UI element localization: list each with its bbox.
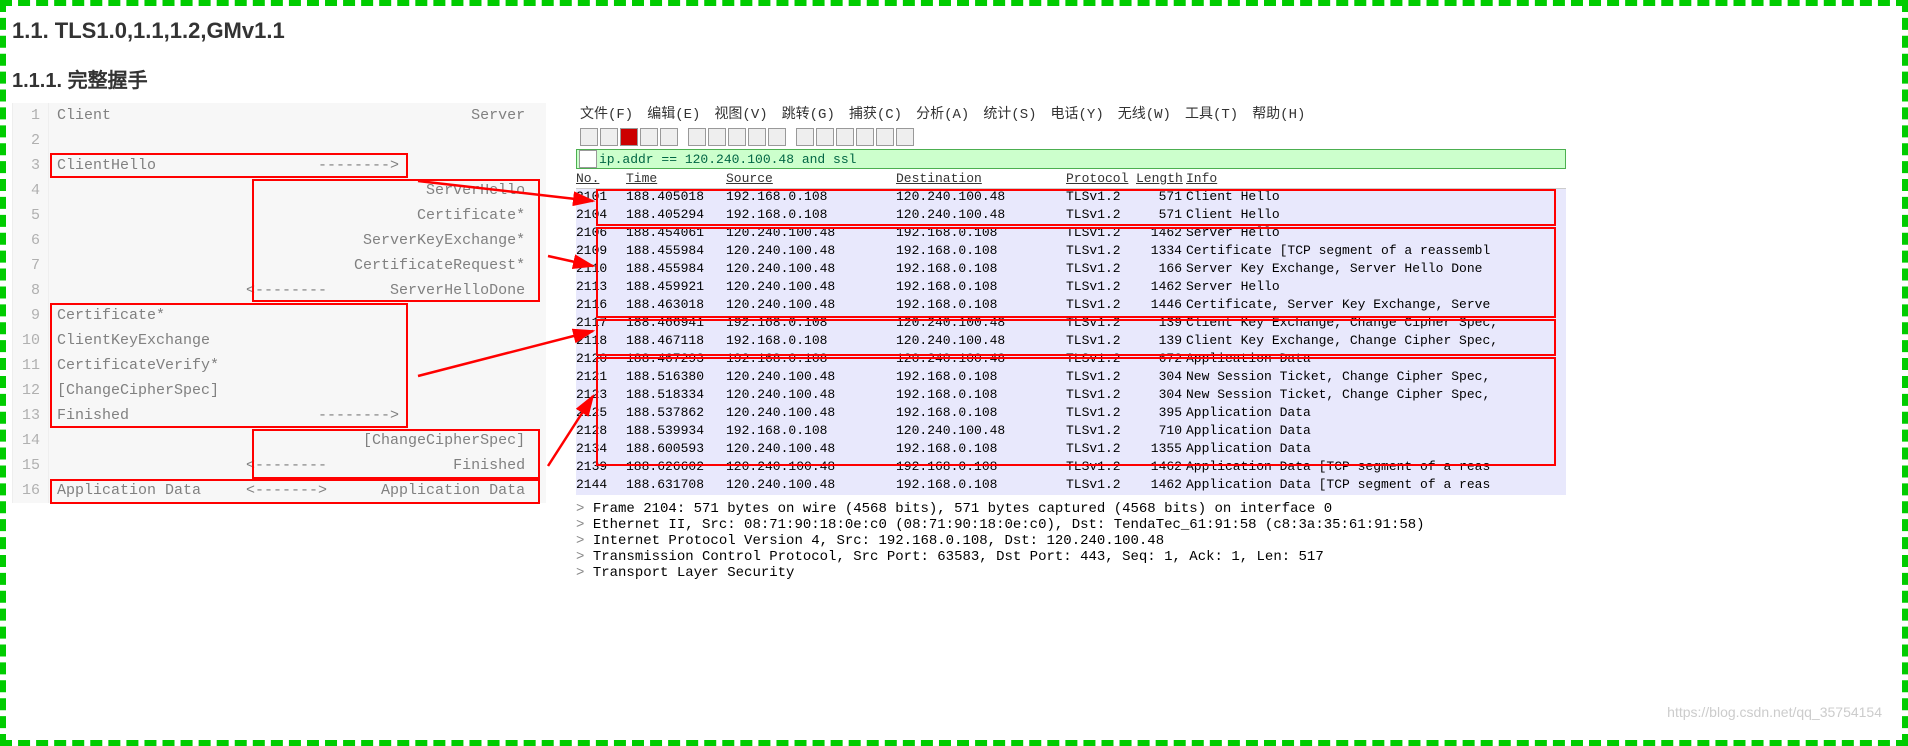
zoom-out-icon[interactable] <box>856 128 874 146</box>
menu-help[interactable]: 帮助(H) <box>1252 103 1305 125</box>
packet-table: No. Time Source Destination Protocol Len… <box>576 171 1566 495</box>
filter-icon <box>579 150 597 168</box>
packet-row[interactable]: 2118188.467118192.168.0.108120.240.100.4… <box>576 333 1566 351</box>
menu-file[interactable]: 文件(F) <box>580 103 633 125</box>
packet-row[interactable]: 2121188.516380120.240.100.48192.168.0.10… <box>576 369 1566 387</box>
code-line: 11CertificateVerify* <box>13 353 546 378</box>
main-heading: 1.1. TLS1.0,1.1,1.2,GMv1.1 <box>6 6 1902 44</box>
toolbar-icon[interactable] <box>816 128 834 146</box>
menu-telephony[interactable]: 电话(Y) <box>1051 103 1104 125</box>
packet-row[interactable]: 2144188.631708120.240.100.48192.168.0.10… <box>576 477 1566 495</box>
detail-ethernet[interactable]: Ethernet II, Src: 08:71:90:18:0e:c0 (08:… <box>576 517 1566 533</box>
zoom-in-icon[interactable] <box>836 128 854 146</box>
packet-row[interactable]: 2101188.405018192.168.0.108120.240.100.4… <box>576 189 1566 207</box>
detail-ip[interactable]: Internet Protocol Version 4, Src: 192.16… <box>576 533 1566 549</box>
code-line: 13Finished --------> <box>13 403 546 428</box>
toolbar-icon[interactable] <box>896 128 914 146</box>
menu-edit[interactable]: 编辑(E) <box>647 103 700 125</box>
packet-row[interactable]: 2117188.466941192.168.0.108120.240.100.4… <box>576 315 1566 333</box>
code-line: 4 ServerHello <box>13 178 546 203</box>
col-protocol[interactable]: Protocol <box>1066 171 1136 188</box>
col-length[interactable]: Length <box>1136 171 1186 188</box>
toolbar-icon[interactable] <box>728 128 746 146</box>
search-icon[interactable] <box>688 128 706 146</box>
col-no[interactable]: No. <box>576 171 626 188</box>
code-line: 7 CertificateRequest* <box>13 253 546 278</box>
code-line: 5 Certificate* <box>13 203 546 228</box>
code-line: 3ClientHello --------> <box>13 153 546 178</box>
packet-row[interactable]: 2106188.454061120.240.100.48192.168.0.10… <box>576 225 1566 243</box>
code-line: 14 [ChangeCipherSpec] <box>13 428 546 453</box>
code-line: 2 <box>13 128 546 153</box>
packet-row[interactable]: 2109188.455984120.240.100.48192.168.0.10… <box>576 243 1566 261</box>
detail-tls[interactable]: Transport Layer Security <box>576 565 1566 581</box>
toolbar-icon[interactable] <box>708 128 726 146</box>
packet-details: Frame 2104: 571 bytes on wire (4568 bits… <box>576 501 1566 581</box>
code-line: 1Client Server <box>13 103 546 128</box>
menu-capture[interactable]: 捕获(C) <box>849 103 902 125</box>
code-line: 10ClientKeyExchange <box>13 328 546 353</box>
code-line: 6 ServerKeyExchange* <box>13 228 546 253</box>
detail-tcp[interactable]: Transmission Control Protocol, Src Port:… <box>576 549 1566 565</box>
code-line: 15 <-------- Finished <box>13 453 546 478</box>
packet-row[interactable]: 2123188.518334120.240.100.48192.168.0.10… <box>576 387 1566 405</box>
toolbar-icon[interactable] <box>640 128 658 146</box>
menu-view[interactable]: 视图(V) <box>714 103 767 125</box>
filter-bar[interactable]: ip.addr == 120.240.100.48 and ssl <box>576 149 1566 169</box>
toolbar-icon[interactable] <box>660 128 678 146</box>
packet-row[interactable]: 2134188.600593120.240.100.48192.168.0.10… <box>576 441 1566 459</box>
col-source[interactable]: Source <box>726 171 896 188</box>
watermark: https://blog.csdn.net/qq_35754154 <box>1667 704 1882 720</box>
packet-row[interactable]: 2128188.539934192.168.0.108120.240.100.4… <box>576 423 1566 441</box>
toolbar-icon[interactable] <box>796 128 814 146</box>
stop-icon[interactable] <box>620 128 638 146</box>
code-line: 9Certificate* <box>13 303 546 328</box>
sub-heading: 1.1.1. 完整握手 <box>6 44 1902 93</box>
menu-wireless[interactable]: 无线(W) <box>1118 103 1171 125</box>
packet-row[interactable]: 2125188.537862120.240.100.48192.168.0.10… <box>576 405 1566 423</box>
packet-row[interactable]: 2116188.463018120.240.100.48192.168.0.10… <box>576 297 1566 315</box>
col-destination[interactable]: Destination <box>896 171 1066 188</box>
col-info[interactable]: Info <box>1186 171 1566 188</box>
packet-row[interactable]: 2113188.459921120.240.100.48192.168.0.10… <box>576 279 1566 297</box>
menu-analyze[interactable]: 分析(A) <box>916 103 969 125</box>
detail-frame[interactable]: Frame 2104: 571 bytes on wire (4568 bits… <box>576 501 1566 517</box>
code-line: 12[ChangeCipherSpec] <box>13 378 546 403</box>
menu-tools[interactable]: 工具(T) <box>1185 103 1238 125</box>
filter-text: ip.addr == 120.240.100.48 and ssl <box>599 152 856 167</box>
toolbar-icon[interactable] <box>580 128 598 146</box>
menu-go[interactable]: 跳转(G) <box>782 103 835 125</box>
toolbar-icon[interactable] <box>768 128 786 146</box>
col-time[interactable]: Time <box>626 171 726 188</box>
packet-row[interactable]: 2104188.405294192.168.0.108120.240.100.4… <box>576 207 1566 225</box>
toolbar-icon[interactable] <box>748 128 766 146</box>
code-line: 8 <-------- ServerHelloDone <box>13 278 546 303</box>
code-line: 16Application Data <-------> Application… <box>13 478 546 503</box>
toolbar-icon[interactable] <box>876 128 894 146</box>
packet-row[interactable]: 2120188.467293192.168.0.108120.240.100.4… <box>576 351 1566 369</box>
packet-row[interactable]: 2139188.626602120.240.100.48192.168.0.10… <box>576 459 1566 477</box>
handshake-diagram: 1Client Server23ClientHello -------->4 S… <box>6 103 546 723</box>
wireshark-pane: 文件(F) 编辑(E) 视图(V) 跳转(G) 捕获(C) 分析(A) 统计(S… <box>576 103 1566 723</box>
packet-row[interactable]: 2110188.455984120.240.100.48192.168.0.10… <box>576 261 1566 279</box>
menu-statistics[interactable]: 统计(S) <box>983 103 1036 125</box>
toolbar-icon[interactable] <box>600 128 618 146</box>
menubar: 文件(F) 编辑(E) 视图(V) 跳转(G) 捕获(C) 分析(A) 统计(S… <box>576 103 1566 125</box>
toolbar <box>576 125 1566 149</box>
